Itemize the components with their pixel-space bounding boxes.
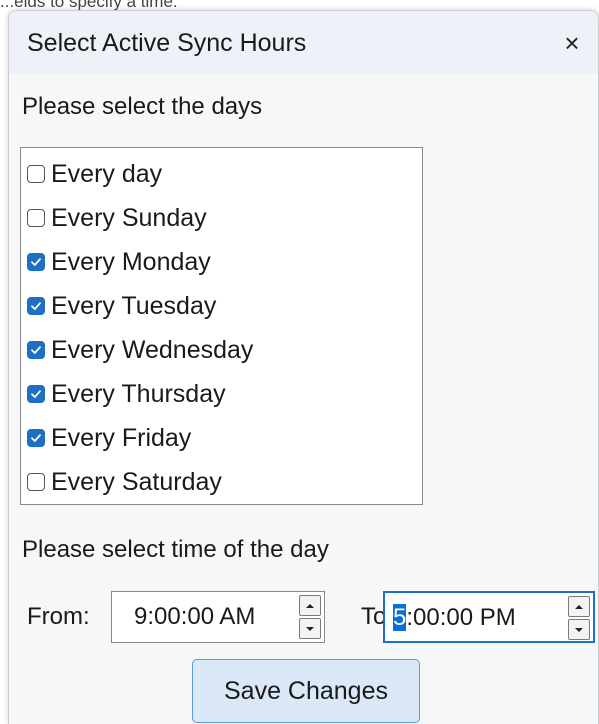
day-label: Every Tuesday <box>51 291 217 320</box>
day-option-wednesday[interactable]: Every Wednesday <box>27 330 253 370</box>
title-bar: Select Active Sync Hours × <box>9 11 598 74</box>
from-spin-buttons <box>299 595 321 639</box>
close-icon[interactable]: × <box>552 23 592 63</box>
to-time-picker[interactable]: 5:00:00 PM <box>383 591 595 643</box>
from-label: From: <box>27 603 90 630</box>
day-label: Every Friday <box>51 423 192 452</box>
to-time-rest: :00:00 PM <box>406 604 516 631</box>
selected-hour-segment[interactable]: 5 <box>393 604 407 631</box>
to-time-value[interactable]: 5:00:00 PM <box>393 604 516 631</box>
day-option-every-day[interactable]: Every day <box>27 154 162 194</box>
background-window-text: ...elds to specify a time. <box>0 0 178 10</box>
time-label: Please select time of the day <box>22 536 329 563</box>
day-option-friday[interactable]: Every Friday <box>27 418 191 458</box>
days-label: Please select the days <box>22 93 263 120</box>
checkbox-icon[interactable] <box>27 209 45 227</box>
day-option-sunday[interactable]: Every Sunday <box>27 198 207 238</box>
checkbox-icon[interactable] <box>27 429 45 447</box>
sync-hours-dialog: Select Active Sync Hours × Please select… <box>8 10 599 724</box>
spin-down-icon[interactable] <box>299 618 321 639</box>
save-changes-button[interactable]: Save Changes <box>192 659 420 723</box>
checkbox-icon[interactable] <box>27 385 45 403</box>
spin-up-icon[interactable] <box>299 595 321 616</box>
day-label: Every Wednesday <box>51 335 254 364</box>
checkbox-icon[interactable] <box>27 341 45 359</box>
days-checklist: Every day Every Sunday Every Monday Ever… <box>20 147 423 505</box>
checkbox-icon[interactable] <box>27 473 45 491</box>
to-spin-buttons <box>568 596 590 640</box>
day-label: Every Saturday <box>51 467 222 496</box>
from-time-value[interactable]: 9:00:00 AM <box>134 604 255 630</box>
day-option-saturday[interactable]: Every Saturday <box>27 462 222 502</box>
spin-down-icon[interactable] <box>568 619 590 640</box>
day-label: Every Thursday <box>51 379 226 408</box>
day-option-monday[interactable]: Every Monday <box>27 242 211 282</box>
day-label: Every day <box>51 159 163 188</box>
day-option-tuesday[interactable]: Every Tuesday <box>27 286 216 326</box>
from-time-picker[interactable]: 9:00:00 AM <box>111 591 325 643</box>
checkbox-icon[interactable] <box>27 165 45 183</box>
checkbox-icon[interactable] <box>27 253 45 271</box>
day-label: Every Monday <box>51 247 211 276</box>
day-option-thursday[interactable]: Every Thursday <box>27 374 226 414</box>
spin-up-icon[interactable] <box>568 596 590 617</box>
checkbox-icon[interactable] <box>27 297 45 315</box>
day-label: Every Sunday <box>51 203 207 232</box>
dialog-title: Select Active Sync Hours <box>27 29 307 57</box>
